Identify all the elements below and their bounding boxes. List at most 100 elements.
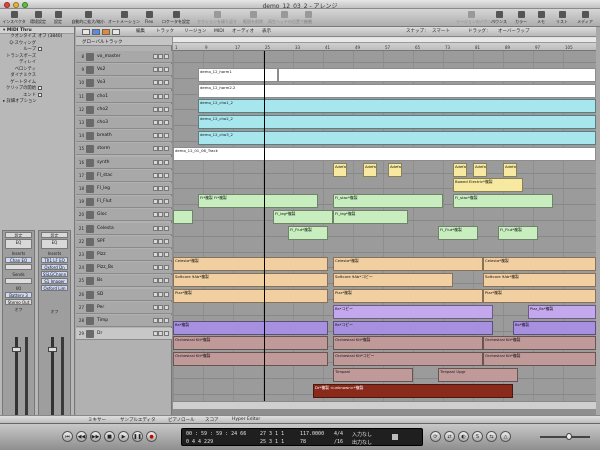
toolbar-button-9[interactable]: 再生ヘッドの位置で分割 <box>268 9 312 27</box>
track-header[interactable]: 28 Timp <box>76 315 172 327</box>
region[interactable]: Bs*コピー <box>333 304 493 319</box>
insert-slot[interactable]: Oxford Dn <box>41 264 68 270</box>
region[interactable]: Pizz*複製 <box>173 289 328 303</box>
region[interactable] <box>173 210 193 224</box>
record-enable-button[interactable] <box>163 106 169 112</box>
record-enable-button[interactable] <box>163 238 169 244</box>
mute-solo-buttons[interactable] <box>152 278 169 284</box>
mute-solo-buttons[interactable] <box>152 331 169 337</box>
region[interactable]: demo_12_harm2.2 <box>198 83 596 98</box>
setting-button[interactable]: 設定 <box>5 232 32 238</box>
mute-button[interactable] <box>152 159 158 165</box>
track-name[interactable]: Dr <box>97 331 102 336</box>
mute-solo-buttons[interactable] <box>152 54 169 60</box>
horizontal-scrollbar[interactable] <box>173 401 596 409</box>
track-name[interactable]: Fl_stac <box>97 173 112 178</box>
region[interactable]: Fl_Flut*複製 <box>438 225 478 240</box>
volume-fader[interactable] <box>48 347 57 352</box>
solo-button[interactable] <box>158 225 163 231</box>
record-enable-button[interactable] <box>163 54 169 59</box>
track-header[interactable]: 10 Vo3 <box>76 77 172 90</box>
mute-solo-buttons[interactable] <box>152 225 169 232</box>
track-name[interactable]: Celesta <box>97 226 114 231</box>
play-button[interactable]: ▶ <box>118 431 129 442</box>
region[interactable]: Fl*複製 Fl*複製 <box>198 194 318 209</box>
record-enable-button[interactable] <box>163 93 169 99</box>
mute-button[interactable] <box>152 172 158 178</box>
metronome-button[interactable]: △ <box>500 431 511 442</box>
record-enable-button[interactable] <box>163 199 169 205</box>
track-lane[interactable] <box>173 162 596 174</box>
mute-solo-buttons[interactable] <box>152 67 169 73</box>
record-enable-button[interactable] <box>163 133 169 139</box>
mute-solo-buttons[interactable] <box>152 133 169 139</box>
region[interactable]: Celesta*複製 <box>333 257 483 272</box>
tool-icon-0[interactable] <box>82 29 90 35</box>
solo-button[interactable] <box>158 172 163 178</box>
cycle-area[interactable] <box>173 38 596 43</box>
toolbar-button-10[interactable]: 結合 <box>300 9 316 27</box>
track-header[interactable]: 16 synth <box>76 156 172 169</box>
record-enable-button[interactable] <box>163 172 169 178</box>
solo-button[interactable] <box>158 80 163 86</box>
tool-icon-3[interactable] <box>112 29 120 35</box>
track-header[interactable]: 24 Pizz_Bs <box>76 262 172 275</box>
region[interactable]: Orchestral Kit*複製 <box>483 336 596 351</box>
insert-slot[interactable]: Oxford Lim <box>41 285 68 291</box>
mute-button[interactable] <box>152 80 158 86</box>
solo-button[interactable] <box>158 304 163 310</box>
mute-solo-buttons[interactable] <box>152 199 169 205</box>
solo-button[interactable] <box>158 186 163 191</box>
track-header[interactable]: 29 Dr <box>76 328 172 341</box>
cycle-button[interactable]: ⟳ <box>430 431 441 442</box>
region[interactable]: Orchestral Kit*複製 <box>173 336 328 351</box>
solo-button[interactable]: S <box>472 431 483 442</box>
toolbar-button-11[interactable]: リージョンのバウンス <box>456 9 496 27</box>
record-enable-button[interactable] <box>163 318 169 323</box>
global-tracks-toggle[interactable]: グローバルトラック <box>76 37 172 46</box>
region[interactable]: Softcore 9Ab*複製 <box>173 273 328 288</box>
track-name[interactable]: Fl_leg <box>97 186 110 191</box>
mute-solo-buttons[interactable] <box>152 212 169 218</box>
mute-solo-buttons[interactable] <box>152 80 169 86</box>
mute-solo-buttons[interactable] <box>152 252 169 258</box>
region[interactable]: Fl_leg*複製 <box>333 210 408 224</box>
region[interactable]: Celesta*複製 <box>483 257 596 272</box>
mute-button[interactable] <box>152 54 158 59</box>
solo-button[interactable] <box>158 252 163 257</box>
region[interactable]: Orchestral Kit*複製 <box>333 336 483 351</box>
track-name[interactable]: synth <box>97 160 109 165</box>
record-enable-button[interactable] <box>163 186 169 191</box>
pause-button[interactable]: ❚❚ <box>132 431 143 442</box>
solo-button[interactable] <box>158 120 163 125</box>
region[interactable]: Timpani <box>333 368 413 382</box>
track-header[interactable]: 20 Gloc <box>76 209 172 222</box>
track-header[interactable]: 9 Vo2 <box>76 64 172 77</box>
track-header[interactable]: 26 SD <box>76 288 172 301</box>
snap-select[interactable]: スマート <box>432 29 450 35</box>
bar-ruler[interactable]: 1 9 17 25 33 41 49 57 65 73 81 89 97 105 <box>173 37 596 51</box>
toolbar-button-13[interactable]: カラー <box>512 9 530 27</box>
region[interactable]: Celesta*複製 <box>173 257 328 272</box>
track-header[interactable]: 23 Pizz <box>76 249 172 261</box>
track-name[interactable]: storm <box>97 146 110 151</box>
region[interactable]: Adefa <box>363 162 377 177</box>
region[interactable]: Bs*コピー <box>333 320 493 335</box>
region[interactable]: Adefa <box>333 162 347 177</box>
track-name[interactable]: Vo2 <box>97 67 105 72</box>
track-name[interactable]: vo_master <box>97 54 121 59</box>
param-checkbox[interactable] <box>38 92 42 97</box>
track-name[interactable]: SPF <box>97 239 105 244</box>
region[interactable]: Adefa <box>503 162 517 177</box>
solo-button[interactable] <box>158 133 163 139</box>
solo-button[interactable] <box>158 265 163 271</box>
region[interactable]: Bs*複製 <box>513 320 596 335</box>
solo-button[interactable] <box>158 212 163 218</box>
toolbar-button-6[interactable]: ロケータを設定 <box>158 9 194 27</box>
local-menu-1[interactable]: トラック <box>156 29 174 35</box>
track-header[interactable]: 17 Fl_stac <box>76 169 172 182</box>
track-header[interactable]: 21 Celesta <box>76 222 172 235</box>
region[interactable]: Fl_stac*複製 <box>333 194 443 209</box>
tool-icon-1[interactable] <box>92 29 100 35</box>
toolbar-button-4[interactable]: オートメーション <box>108 9 140 27</box>
